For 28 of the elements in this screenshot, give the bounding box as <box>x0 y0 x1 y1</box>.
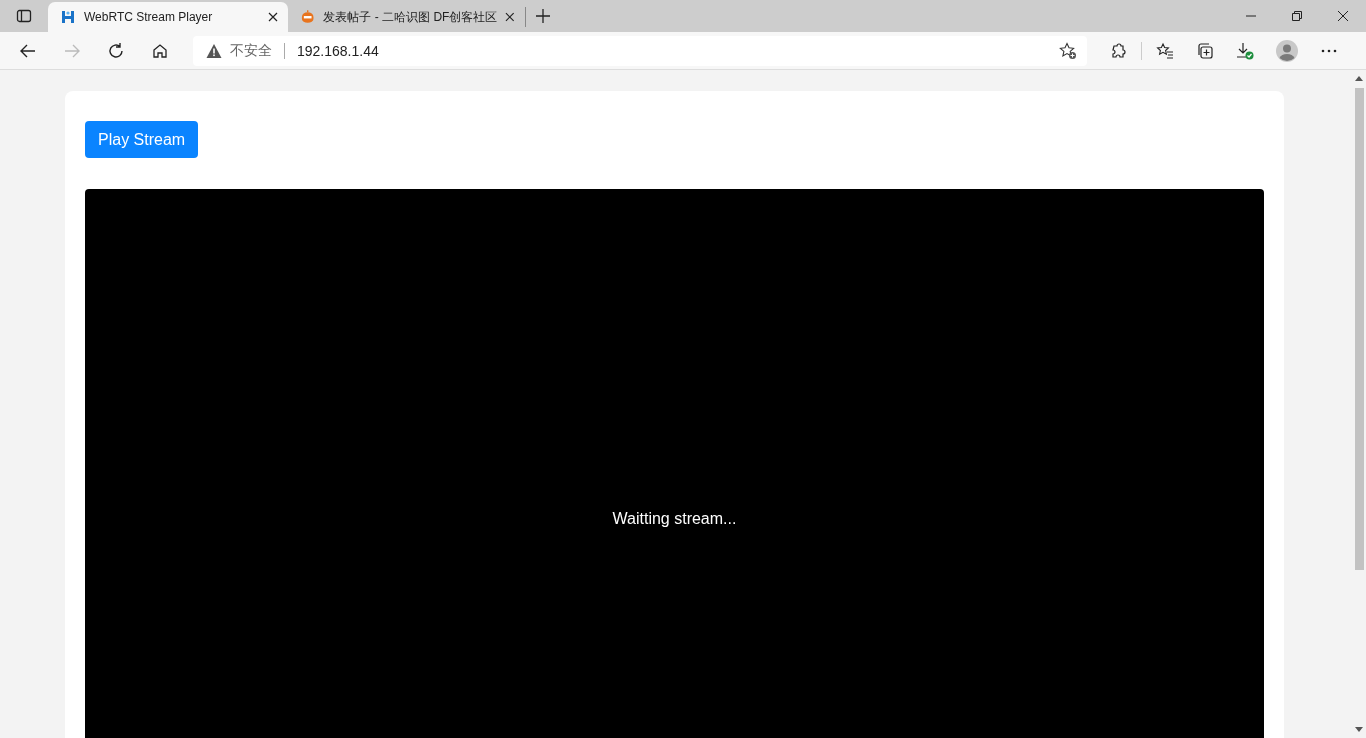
scroll-up-icon[interactable] <box>1355 76 1363 81</box>
restore-icon[interactable] <box>1292 11 1302 21</box>
add-favorite-icon[interactable] <box>1059 41 1077 60</box>
extensions-icon[interactable] <box>1109 41 1127 60</box>
new-tab-icon[interactable] <box>536 9 550 23</box>
close-icon[interactable] <box>268 12 278 22</box>
play-stream-button[interactable]: Play Stream <box>85 121 199 158</box>
collections-icon[interactable] <box>1196 41 1214 60</box>
avatar-icon[interactable] <box>1276 39 1298 62</box>
close-icon[interactable] <box>505 12 515 22</box>
tab-title: 发表帖子 - 二哈识图 DF创客社区 <box>323 8 498 26</box>
scroll-thumb[interactable] <box>1354 88 1364 570</box>
address-bar[interactable]: 不安全 192.168.1.44 <box>193 35 1087 66</box>
warning-icon <box>206 42 222 59</box>
scroll-down-icon[interactable] <box>1355 727 1363 732</box>
download-icon[interactable] <box>1236 41 1254 60</box>
browser-tab[interactable]: WebRTC Stream Player <box>48 2 288 32</box>
status-text: Waitting stream... <box>612 510 737 528</box>
refresh-icon[interactable] <box>107 41 125 60</box>
favorites-icon[interactable] <box>1156 41 1174 60</box>
url-text: 192.168.1.44 <box>297 42 379 59</box>
security-label: 不安全 <box>230 41 272 60</box>
robot-icon <box>300 9 316 25</box>
tab-title: WebRTC Stream Player <box>84 10 213 24</box>
browser-tab[interactable]: 发表帖子 - 二哈识图 DF创客社区 <box>288 7 526 27</box>
tab-actions-icon[interactable] <box>16 8 32 24</box>
letter-logo-icon <box>60 9 76 25</box>
close-icon[interactable] <box>1338 11 1348 21</box>
